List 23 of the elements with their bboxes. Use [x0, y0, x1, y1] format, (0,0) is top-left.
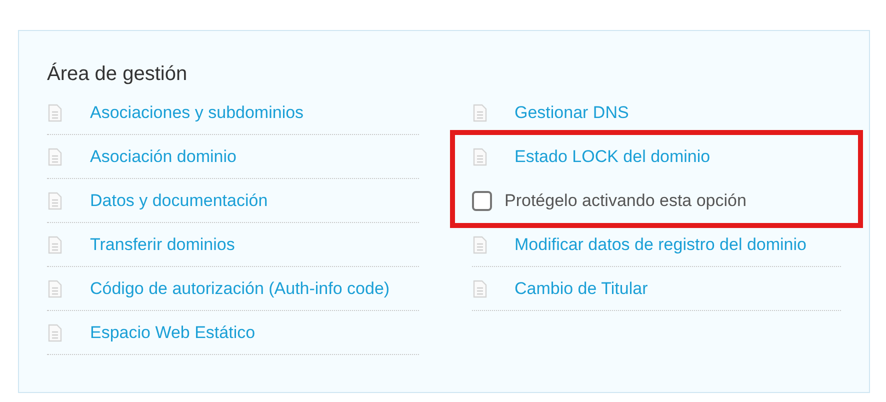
document-icon	[47, 280, 63, 298]
checkbox[interactable]	[472, 191, 492, 211]
menu-link[interactable]: Modificar datos de registro del dominio	[514, 232, 806, 258]
document-icon	[472, 104, 488, 122]
menu-link[interactable]: Código de autorización (Auth-info code)	[90, 276, 390, 302]
document-icon	[472, 236, 488, 254]
menu-link[interactable]: Espacio Web Estático	[90, 320, 256, 346]
document-icon	[47, 192, 63, 210]
document-icon	[47, 104, 63, 122]
menu-link[interactable]: Gestionar DNS	[514, 100, 629, 126]
menu-link[interactable]: Asociaciones y subdominios	[90, 100, 304, 126]
document-icon	[472, 280, 488, 298]
checkbox-label: Protégelo activando esta opción	[504, 190, 746, 212]
document-icon	[472, 148, 488, 166]
menu-link[interactable]: Datos y documentación	[90, 188, 268, 214]
document-icon	[47, 148, 63, 166]
menu-link[interactable]: Cambio de Titular	[514, 276, 648, 302]
menu-link[interactable]: Transferir dominios	[90, 232, 235, 258]
document-icon	[47, 324, 63, 342]
menu-link[interactable]: Estado LOCK del dominio	[514, 144, 710, 170]
document-icon	[47, 236, 63, 254]
menu-link[interactable]: Asociación dominio	[90, 144, 236, 170]
panel-title: Área de gestión	[47, 62, 188, 87]
